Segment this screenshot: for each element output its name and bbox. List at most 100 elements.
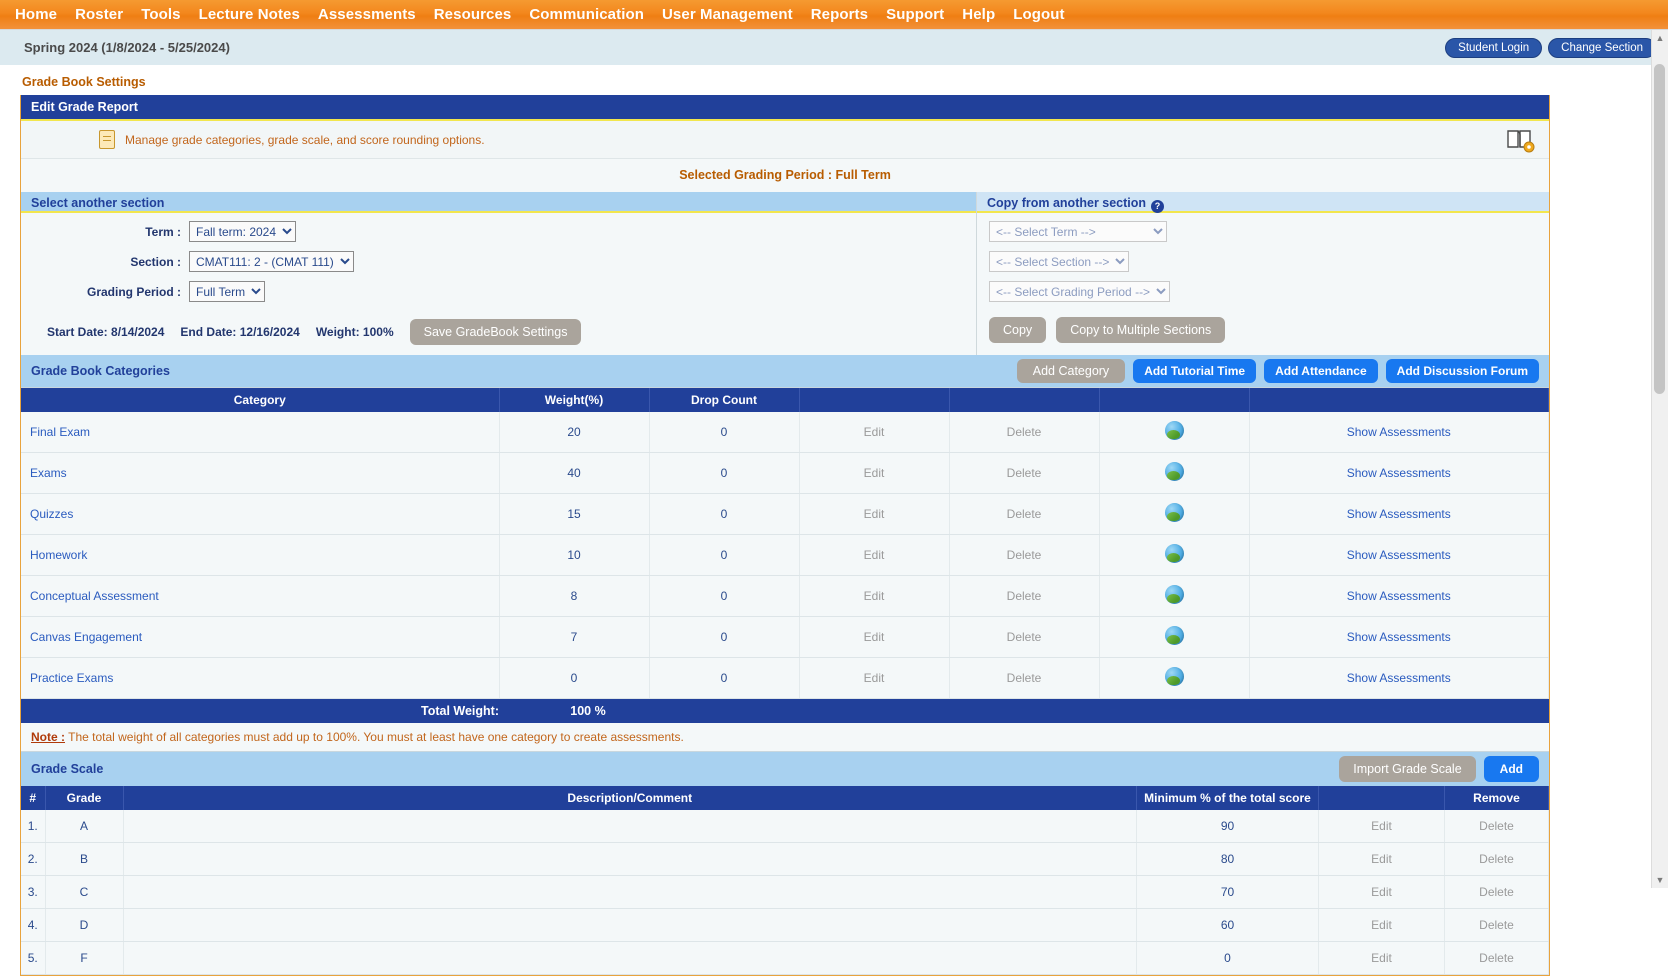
edit-link[interactable]: Edit bbox=[1371, 885, 1392, 899]
category-name-link[interactable]: Homework bbox=[30, 548, 87, 562]
delete-link[interactable]: Delete bbox=[1007, 548, 1042, 562]
category-drop-count: 0 bbox=[649, 576, 799, 617]
nav-item-help[interactable]: Help bbox=[953, 2, 1004, 27]
edit-link[interactable]: Edit bbox=[864, 671, 885, 685]
categories-note: Note : The total weight of all categorie… bbox=[21, 723, 1549, 751]
section-row: Section : CMAT111: 2 - (CMAT 111) bbox=[21, 251, 976, 272]
scrollbar-thumb[interactable] bbox=[1654, 64, 1665, 394]
globe-icon[interactable] bbox=[1165, 544, 1184, 563]
nav-item-reports[interactable]: Reports bbox=[802, 2, 877, 27]
change-section-button[interactable]: Change Section bbox=[1548, 38, 1656, 58]
panel-body: Manage grade categories, grade scale, an… bbox=[21, 121, 1549, 975]
nav-item-tools[interactable]: Tools bbox=[132, 2, 189, 27]
nav-item-lecture-notes[interactable]: Lecture Notes bbox=[190, 2, 309, 27]
edit-link[interactable]: Edit bbox=[864, 589, 885, 603]
row-grade: B bbox=[45, 843, 123, 876]
copy-from-another-section-heading: Copy from another section? bbox=[977, 192, 1549, 213]
nav-item-support[interactable]: Support bbox=[877, 2, 953, 27]
total-weight-label: Total Weight: bbox=[21, 704, 513, 718]
delete-link[interactable]: Delete bbox=[1007, 671, 1042, 685]
globe-icon[interactable] bbox=[1165, 462, 1184, 481]
category-name-link[interactable]: Conceptual Assessment bbox=[30, 589, 159, 603]
scrollbar-up-arrow-icon[interactable]: ▲ bbox=[1652, 30, 1668, 46]
edit-link[interactable]: Edit bbox=[1371, 819, 1392, 833]
page-content: Grade Book Settings Edit Grade Report Ma… bbox=[0, 65, 1668, 976]
add-attendance-button[interactable]: Add Attendance bbox=[1264, 359, 1378, 383]
row-minimum: 70 bbox=[1137, 876, 1319, 909]
category-name-link[interactable]: Exams bbox=[30, 466, 67, 480]
delete-link[interactable]: Delete bbox=[1007, 589, 1042, 603]
category-weight: 10 bbox=[499, 535, 649, 576]
copy-grading-period-select[interactable]: <-- Select Grading Period --> bbox=[989, 281, 1170, 302]
delete-link[interactable]: Delete bbox=[1479, 852, 1514, 866]
delete-link[interactable]: Delete bbox=[1007, 630, 1042, 644]
edit-link[interactable]: Edit bbox=[864, 425, 885, 439]
edit-link[interactable]: Edit bbox=[1371, 951, 1392, 965]
edit-link[interactable]: Edit bbox=[864, 548, 885, 562]
add-grade-scale-button[interactable]: Add bbox=[1484, 756, 1539, 782]
section-select[interactable]: CMAT111: 2 - (CMAT 111) bbox=[189, 251, 354, 272]
show-assessments-link[interactable]: Show Assessments bbox=[1347, 671, 1451, 685]
categories-table: Category Weight(%) Drop Count Final Exam… bbox=[21, 388, 1549, 699]
globe-icon[interactable] bbox=[1165, 585, 1184, 604]
nav-item-logout[interactable]: Logout bbox=[1004, 2, 1073, 27]
table-row: 1. A 90 Edit Delete bbox=[21, 810, 1549, 843]
row-number: 4. bbox=[21, 909, 45, 942]
select-another-section-heading: Select another section bbox=[21, 192, 976, 213]
copy-to-multiple-sections-button[interactable]: Copy to Multiple Sections bbox=[1056, 317, 1225, 343]
page-title: Grade Book Settings bbox=[22, 75, 1654, 89]
show-assessments-link[interactable]: Show Assessments bbox=[1347, 425, 1451, 439]
grading-period-select[interactable]: Full Term bbox=[189, 281, 265, 302]
add-discussion-forum-button[interactable]: Add Discussion Forum bbox=[1386, 359, 1539, 383]
student-login-button[interactable]: Student Login bbox=[1445, 38, 1542, 58]
copy-term-select[interactable]: <-- Select Term --> bbox=[989, 221, 1167, 242]
edit-link[interactable]: Edit bbox=[1371, 918, 1392, 932]
delete-link[interactable]: Delete bbox=[1479, 951, 1514, 965]
delete-link[interactable]: Delete bbox=[1479, 885, 1514, 899]
add-category-button[interactable]: Add Category bbox=[1017, 359, 1125, 383]
grade-book-categories-heading: Grade Book Categories bbox=[31, 364, 170, 378]
show-assessments-link[interactable]: Show Assessments bbox=[1347, 630, 1451, 644]
globe-icon[interactable] bbox=[1165, 503, 1184, 522]
globe-icon[interactable] bbox=[1165, 667, 1184, 686]
add-tutorial-time-button[interactable]: Add Tutorial Time bbox=[1133, 359, 1256, 383]
edit-link[interactable]: Edit bbox=[1371, 852, 1392, 866]
edit-link[interactable]: Edit bbox=[864, 507, 885, 521]
term-select[interactable]: Fall term: 2024 bbox=[189, 221, 296, 242]
show-assessments-link[interactable]: Show Assessments bbox=[1347, 548, 1451, 562]
show-assessments-link[interactable]: Show Assessments bbox=[1347, 507, 1451, 521]
nav-item-resources[interactable]: Resources bbox=[425, 2, 521, 27]
nav-item-user-management[interactable]: User Management bbox=[653, 2, 802, 27]
import-grade-scale-button[interactable]: Import Grade Scale bbox=[1339, 756, 1475, 782]
help-question-icon[interactable]: ? bbox=[1151, 200, 1164, 213]
globe-icon[interactable] bbox=[1165, 626, 1184, 645]
show-assessments-link[interactable]: Show Assessments bbox=[1347, 466, 1451, 480]
edit-link[interactable]: Edit bbox=[864, 630, 885, 644]
copy-section-select[interactable]: <-- Select Section --> bbox=[989, 251, 1129, 272]
page-scrollbar[interactable]: ▲ ▼ bbox=[1651, 30, 1668, 888]
delete-link[interactable]: Delete bbox=[1007, 425, 1042, 439]
delete-link[interactable]: Delete bbox=[1479, 918, 1514, 932]
category-weight: 20 bbox=[499, 412, 649, 453]
delete-link[interactable]: Delete bbox=[1479, 819, 1514, 833]
category-name-link[interactable]: Practice Exams bbox=[30, 671, 113, 685]
nav-item-communication[interactable]: Communication bbox=[520, 2, 653, 27]
table-row: Homework 10 0 Edit Delete Show Assessmen… bbox=[21, 535, 1549, 576]
category-name-link[interactable]: Canvas Engagement bbox=[30, 630, 142, 644]
show-assessments-link[interactable]: Show Assessments bbox=[1347, 589, 1451, 603]
gradebook-settings-icon[interactable] bbox=[1505, 127, 1535, 153]
scrollbar-down-arrow-icon[interactable]: ▼ bbox=[1652, 872, 1668, 888]
category-drop-count: 0 bbox=[649, 535, 799, 576]
table-row: Quizzes 15 0 Edit Delete Show Assessment… bbox=[21, 494, 1549, 535]
delete-link[interactable]: Delete bbox=[1007, 466, 1042, 480]
nav-item-home[interactable]: Home bbox=[6, 2, 66, 27]
save-gradebook-settings-button[interactable]: Save GradeBook Settings bbox=[410, 319, 582, 345]
category-name-link[interactable]: Quizzes bbox=[30, 507, 73, 521]
nav-item-roster[interactable]: Roster bbox=[66, 2, 132, 27]
category-name-link[interactable]: Final Exam bbox=[30, 425, 90, 439]
delete-link[interactable]: Delete bbox=[1007, 507, 1042, 521]
globe-icon[interactable] bbox=[1165, 421, 1184, 440]
copy-button[interactable]: Copy bbox=[989, 317, 1046, 343]
edit-link[interactable]: Edit bbox=[864, 466, 885, 480]
nav-item-assessments[interactable]: Assessments bbox=[309, 2, 425, 27]
